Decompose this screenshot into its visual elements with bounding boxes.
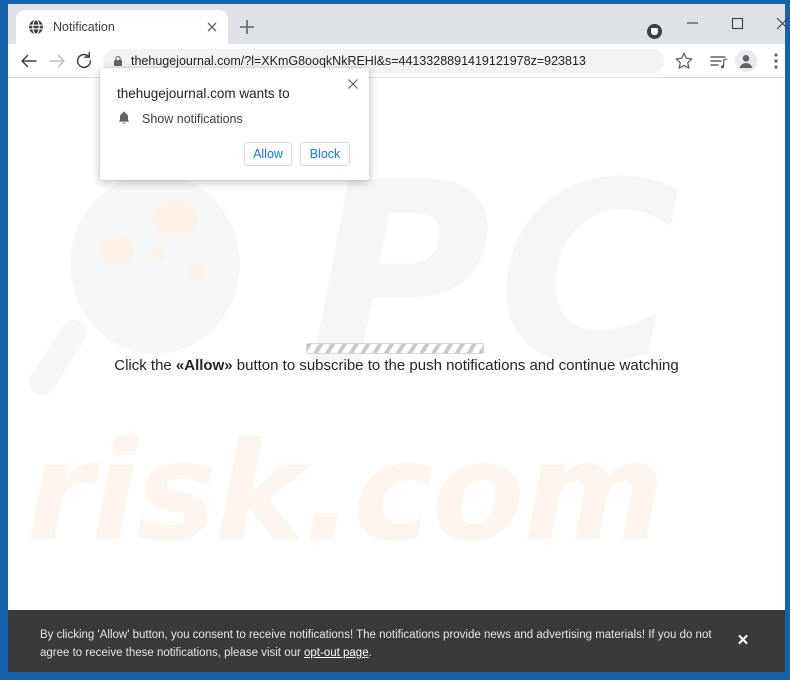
dialog-permission-label: Show notifications (142, 112, 243, 126)
page-headline: Click the «Allow» button to subscribe to… (8, 354, 785, 378)
notification-permission-dialog: thehugejournal.com wants to Show notific… (100, 68, 369, 180)
opt-out-link[interactable]: opt-out page (304, 647, 369, 659)
bell-icon (116, 110, 132, 126)
watermark-dot (152, 248, 166, 262)
consent-banner: By clicking 'Allow' button, you consent … (8, 610, 785, 672)
update-badge-icon[interactable] (647, 24, 662, 39)
headline-suffix: button to subscribe to the push notifica… (232, 357, 679, 374)
magnifier-watermark-icon (23, 174, 250, 424)
kebab-menu-icon[interactable] (764, 49, 788, 73)
window-minimize-button[interactable] (670, 8, 715, 38)
back-icon[interactable] (17, 49, 41, 73)
banner-close-icon[interactable]: ✕ (734, 632, 752, 650)
dialog-close-icon[interactable] (344, 75, 362, 93)
consent-text-before-link: By clicking 'Allow' button, you consent … (40, 629, 712, 659)
headline-prefix: Click the (114, 357, 176, 374)
reload-icon[interactable] (72, 49, 96, 73)
new-tab-button[interactable] (236, 16, 258, 38)
avatar[interactable] (734, 49, 758, 73)
window-close-button[interactable] (760, 8, 790, 38)
globe-icon (28, 19, 44, 35)
watermark-dot (188, 264, 206, 280)
consent-banner-text: By clicking 'Allow' button, you consent … (40, 626, 722, 662)
watermark-dot (100, 236, 134, 266)
lock-icon (111, 54, 125, 68)
allow-button[interactable]: Allow (244, 142, 292, 166)
tab-strip: Notification (8, 4, 789, 44)
address-bar-url: thehugejournal.com/?l=XKmG8ooqkNkREHl&s=… (131, 54, 586, 68)
star-icon[interactable] (672, 49, 696, 73)
magnifier-lens (70, 174, 240, 354)
block-button[interactable]: Block (300, 142, 350, 166)
close-icon[interactable] (204, 19, 220, 35)
loading-progress-bar (306, 343, 484, 354)
forward-icon (45, 49, 69, 73)
browser-window-frame: Notification thehugejournal.com/?l=XKmG8… (0, 0, 790, 680)
media-playlist-icon[interactable] (706, 49, 730, 73)
tab-title: Notification (53, 20, 115, 34)
window-maximize-button[interactable] (715, 8, 760, 38)
consent-text-after-link: . (368, 647, 372, 659)
headline-emphasis: «Allow» (175, 357, 233, 374)
dialog-title: thehugejournal.com wants to (117, 86, 290, 101)
watermark-dot (152, 200, 198, 238)
browser-tab[interactable]: Notification (16, 10, 228, 44)
watermark-risk-text: risk.com (26, 414, 665, 572)
